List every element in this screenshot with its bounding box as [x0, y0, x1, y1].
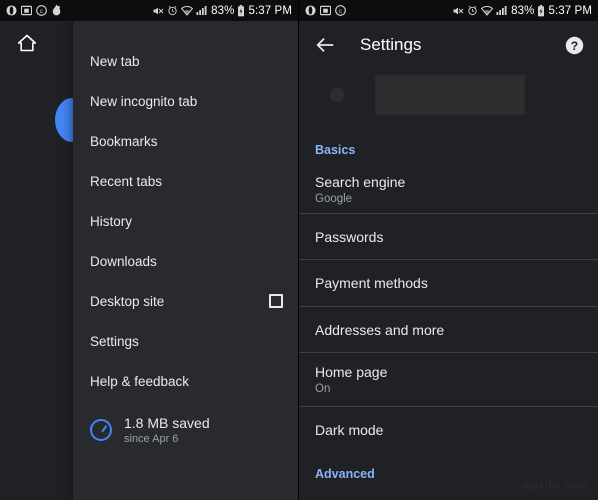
speedometer-icon [90, 419, 112, 441]
menu-item-settings[interactable]: Settings [73, 321, 298, 361]
setting-addresses-and-more[interactable]: Addresses and more [299, 307, 598, 352]
menu-item-label: Recent tabs [90, 173, 163, 189]
settings-app-bar: Settings ? [299, 21, 598, 69]
battery-charging-icon [237, 4, 245, 17]
wifi-icon [181, 5, 194, 16]
status-bar-system-icons: 83% 5:37 PM [152, 4, 292, 17]
copyright-icon: c [335, 5, 346, 16]
status-bar-notification-icons: c [6, 4, 62, 17]
svg-text:?: ? [570, 38, 577, 52]
section-header-advanced: Advanced [315, 467, 375, 481]
setting-dark-mode[interactable]: Dark mode [299, 407, 598, 453]
status-bar-right: c 83% 5:37 PM [299, 0, 598, 21]
menu-item-label: Settings [90, 333, 139, 349]
faint-ghost-artifact [325, 75, 535, 115]
settings-preference-list: Basics Search engine Google Passwords Pa… [299, 69, 598, 500]
browser-overflow-menu: New tab New incognito tab Bookmarks Rece… [73, 21, 298, 500]
screenshot-icon [21, 5, 32, 16]
clock-time: 5:37 PM [248, 4, 292, 17]
flame-icon [51, 4, 62, 17]
setting-title: Passwords [315, 228, 384, 245]
menu-item-data-saver[interactable]: 1.8 MB saved since Apr 6 [73, 407, 298, 445]
site-watermark: wsxdn.com [522, 478, 588, 492]
copyright-icon: c [36, 5, 47, 16]
setting-search-engine[interactable]: Search engine Google [299, 165, 598, 213]
help-circle-icon[interactable]: ? [563, 34, 585, 56]
battery-percent: 83% [511, 4, 535, 17]
menu-item-label: Desktop site [90, 293, 165, 309]
desktop-site-checkbox[interactable] [269, 294, 283, 308]
alarm-icon [467, 5, 478, 16]
menu-item-label: Help & feedback [90, 373, 190, 389]
setting-title: Dark mode [315, 422, 384, 438]
setting-title: Payment methods [315, 275, 428, 291]
battery-charging-icon [537, 4, 545, 17]
left-phone-screen: c 83% 5:37 PM New tab New incognito tab … [0, 0, 299, 500]
menu-item-help-and-feedback[interactable]: Help & feedback [73, 361, 298, 401]
clock-time: 5:37 PM [548, 4, 592, 17]
menu-item-label: History [90, 213, 133, 229]
setting-payment-methods[interactable]: Payment methods [299, 260, 598, 306]
dual-screenshot: c 83% 5:37 PM New tab New incognito tab … [0, 0, 598, 500]
mute-icon [152, 5, 164, 17]
setting-subtitle: On [315, 383, 331, 395]
menu-item-new-incognito-tab[interactable]: New incognito tab [73, 81, 298, 121]
menu-item-desktop-site[interactable]: Desktop site [73, 281, 298, 321]
svg-text:c: c [339, 9, 342, 15]
setting-title: Addresses and more [315, 321, 445, 338]
menu-item-label: New tab [90, 53, 140, 69]
status-bar-notification-icons: c [305, 5, 346, 16]
menu-item-recent-tabs[interactable]: Recent tabs [73, 161, 298, 201]
battery-percent: 83% [211, 4, 235, 17]
data-saved-amount: 1.8 MB saved [124, 415, 210, 431]
menu-item-label: Bookmarks [90, 133, 158, 149]
setting-passwords[interactable]: Passwords [299, 214, 598, 259]
status-bar-left: c 83% 5:37 PM [0, 0, 298, 21]
screenshot-icon [320, 5, 331, 16]
alarm-icon [167, 5, 178, 16]
svg-text:c: c [40, 9, 43, 15]
menu-item-label: New incognito tab [90, 93, 198, 109]
opera-icon [6, 5, 17, 16]
setting-subtitle: Google [315, 192, 353, 205]
menu-item-bookmarks[interactable]: Bookmarks [73, 121, 298, 161]
signal-icon [496, 5, 508, 16]
setting-title: Home page [315, 364, 388, 380]
back-arrow-icon[interactable] [312, 32, 338, 58]
setting-title: Search engine [315, 173, 406, 190]
mute-icon [452, 5, 464, 17]
data-saved-since: since Apr 6 [124, 433, 179, 445]
menu-item-history[interactable]: History [73, 201, 298, 241]
setting-home-page[interactable]: Home page On [299, 353, 598, 406]
opera-icon [305, 5, 316, 16]
signal-icon [196, 5, 208, 16]
home-icon[interactable] [5, 21, 49, 65]
status-bar-system-icons: 83% 5:37 PM [452, 4, 592, 17]
menu-item-downloads[interactable]: Downloads [73, 241, 298, 281]
right-phone-screen: c 83% 5:37 PM Settings ? Basics Search e… [299, 0, 598, 500]
menu-item-label: Downloads [90, 253, 157, 269]
page-title: Settings [360, 35, 422, 54]
menu-item-new-tab[interactable]: New tab [73, 41, 298, 81]
wifi-icon [481, 5, 494, 16]
